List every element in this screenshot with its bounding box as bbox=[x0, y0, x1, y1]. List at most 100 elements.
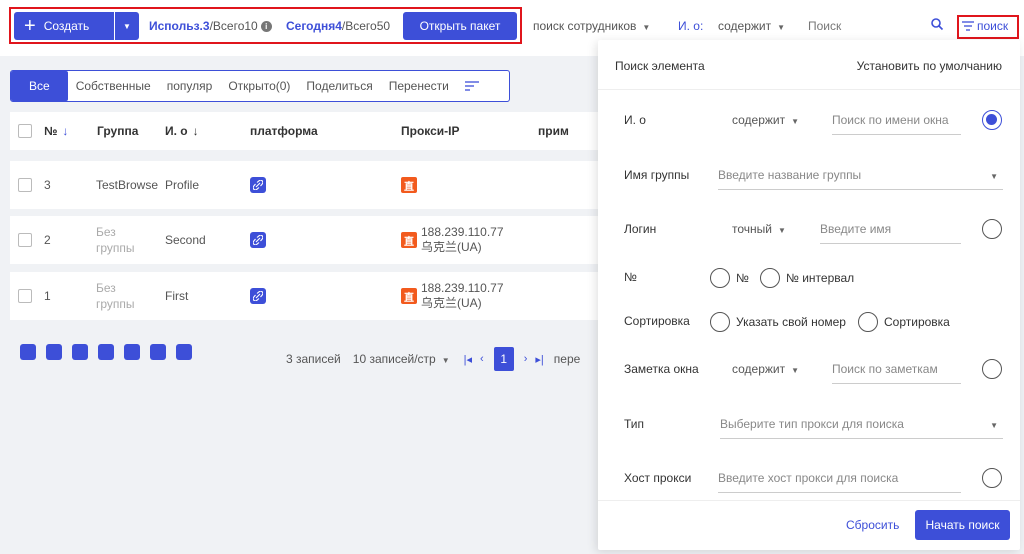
sort-label: Сортировка bbox=[624, 314, 690, 328]
link-icon[interactable] bbox=[250, 232, 266, 248]
caret-down-icon: ▼ bbox=[123, 21, 131, 31]
row-checkbox[interactable] bbox=[18, 233, 32, 247]
login-op-select[interactable]: точный ▼ bbox=[732, 222, 786, 236]
tab-all[interactable]: Все bbox=[11, 71, 68, 101]
field-label: И. о: bbox=[678, 19, 704, 33]
link-icon[interactable] bbox=[250, 288, 266, 304]
prev-page-icon[interactable]: ‹ bbox=[480, 353, 484, 365]
panel-header: Поиск элемента Установить по умолчанию bbox=[598, 40, 1020, 90]
select-all-checkbox[interactable] bbox=[18, 124, 32, 138]
close-square-icon[interactable] bbox=[72, 344, 88, 360]
row-checkbox[interactable] bbox=[18, 289, 32, 303]
tab-opened[interactable]: Открыто(0) bbox=[220, 79, 298, 93]
create-button[interactable]: + Создать bbox=[14, 12, 114, 40]
caret-down-icon: ▼ bbox=[777, 23, 786, 32]
table-row[interactable]: 3 TestBrowse Profile 直 bbox=[10, 161, 598, 209]
filter-row-number: № № № интервал bbox=[598, 258, 1020, 298]
proxy-info: 188.239.110.77 乌克兰(UA) bbox=[421, 225, 504, 255]
today-stat: Сегодня4/Всего50 bbox=[286, 19, 390, 33]
number-interval-radio[interactable]: № интервал bbox=[760, 268, 854, 288]
col-name[interactable]: И. о ↓ bbox=[165, 112, 199, 150]
panel-footer: Сбросить Начать поиск bbox=[598, 500, 1020, 550]
sort-radio[interactable]: Сортировка bbox=[858, 312, 950, 332]
host-radio[interactable] bbox=[982, 468, 1002, 488]
name-op-select[interactable]: содержит ▼ bbox=[732, 113, 799, 127]
condition-label: содержит bbox=[718, 19, 772, 33]
top-search-input[interactable]: Поиск bbox=[808, 19, 841, 33]
page-size-select[interactable]: 10 записей/стр ▼ bbox=[353, 352, 450, 366]
caret-down-icon: ▼ bbox=[791, 366, 800, 375]
row-no: 2 bbox=[44, 233, 51, 247]
name-radio[interactable] bbox=[982, 110, 1002, 130]
window-icon[interactable] bbox=[124, 344, 140, 360]
tab-own[interactable]: Собственные bbox=[68, 79, 159, 93]
login-radio[interactable] bbox=[982, 219, 1002, 239]
custom-number-radio[interactable]: Указать свой номер bbox=[710, 312, 846, 332]
set-default-button[interactable]: Установить по умолчанию bbox=[857, 59, 1002, 73]
next-page-icon[interactable]: › bbox=[524, 353, 528, 365]
create-dropdown-button[interactable]: ▼ bbox=[115, 12, 139, 40]
employee-search-select[interactable]: поиск сотрудников ▼ bbox=[533, 19, 650, 33]
caret-down-icon: ▼ bbox=[777, 226, 786, 235]
sort-icon[interactable] bbox=[464, 81, 479, 91]
caret-down-icon: ▼ bbox=[441, 356, 450, 365]
caret-down-icon: ▼ bbox=[642, 23, 651, 32]
row-group: Без группы bbox=[96, 281, 135, 311]
row-name: First bbox=[165, 289, 189, 303]
name-input[interactable]: Поиск по имени окна bbox=[832, 105, 961, 135]
tab-share[interactable]: Поделиться bbox=[298, 79, 380, 93]
arrow-down-icon: ↓ bbox=[192, 124, 199, 138]
type-select[interactable]: Выберите тип прокси для поиска bbox=[720, 409, 1003, 439]
bulk-actions bbox=[20, 344, 192, 360]
filter-row-sort: Сортировка Указать свой номер Сортировка bbox=[598, 302, 1020, 342]
export-icon[interactable] bbox=[98, 344, 114, 360]
pagination: 3 записей 10 записей/стр ▼ |◂ ‹ 1 › ▸| пе… bbox=[286, 347, 580, 371]
close-circle-icon[interactable] bbox=[46, 344, 62, 360]
first-page-icon[interactable]: |◂ bbox=[464, 353, 472, 366]
table-row[interactable]: 1 Без группы First 直 188.239.110.77 乌克兰(U… bbox=[10, 272, 598, 320]
col-proxy: Прокси-IP bbox=[401, 124, 460, 138]
group-label: Имя группы bbox=[624, 168, 690, 182]
proxy-info: 188.239.110.77 乌克兰(UA) bbox=[421, 281, 504, 311]
note-radio[interactable] bbox=[982, 359, 1002, 379]
note-op-select[interactable]: содержит ▼ bbox=[732, 362, 799, 376]
reset-button[interactable]: Сбросить bbox=[846, 518, 899, 532]
number-label: № bbox=[624, 270, 637, 284]
table-row[interactable]: 2 Без группы Second 直 188.239.110.77 乌克兰(… bbox=[10, 216, 598, 264]
number-radio[interactable]: № bbox=[710, 268, 749, 288]
start-search-button[interactable]: Начать поиск bbox=[915, 510, 1010, 540]
info-icon[interactable]: i bbox=[260, 21, 272, 33]
open-package-button[interactable]: Открыть пакет bbox=[403, 12, 517, 40]
tab-popular[interactable]: популяр bbox=[159, 79, 221, 93]
page-number[interactable]: 1 bbox=[493, 347, 514, 371]
col-note: прим bbox=[538, 124, 569, 138]
tab-bar: Все Собственные популяр Открыто(0) Подел… bbox=[10, 70, 510, 102]
filter-icon bbox=[962, 21, 974, 31]
filter-row-login: Логин точный ▼ Введите имя bbox=[598, 210, 1020, 250]
col-no[interactable]: № ↓ bbox=[44, 112, 68, 150]
link-icon[interactable] bbox=[250, 177, 266, 193]
note-input[interactable]: Поиск по заметкам bbox=[832, 354, 961, 384]
group-select[interactable]: Введите название группы bbox=[718, 160, 1003, 190]
caret-down-icon: ▼ bbox=[990, 172, 998, 181]
tab-transfer[interactable]: Перенести bbox=[381, 79, 457, 93]
last-page-icon[interactable]: ▸| bbox=[535, 353, 543, 366]
filter-row-type: Тип Выберите тип прокси для поиска ▼ bbox=[598, 405, 1020, 445]
filter-button[interactable]: поиск bbox=[962, 19, 1008, 33]
type-label: Тип bbox=[624, 417, 645, 431]
note-label: Заметка окна bbox=[624, 362, 699, 376]
row-checkbox[interactable] bbox=[18, 178, 32, 192]
clear-icon[interactable] bbox=[150, 344, 166, 360]
login-input[interactable]: Введите имя bbox=[820, 214, 961, 244]
host-input[interactable]: Введите хост прокси для поиска bbox=[718, 463, 961, 493]
login-label: Логин bbox=[624, 222, 657, 236]
direct-proxy-icon: 直 bbox=[401, 232, 417, 248]
search-icon[interactable] bbox=[930, 17, 944, 31]
settings-icon[interactable] bbox=[20, 344, 36, 360]
filter-label: поиск bbox=[977, 19, 1009, 33]
table-header: № ↓ Группа И. о ↓ платформа Прокси-IP прим bbox=[10, 112, 598, 150]
col-platform: платформа bbox=[250, 124, 318, 138]
trash-icon[interactable] bbox=[176, 344, 192, 360]
today-total: /Всего50 bbox=[341, 19, 391, 33]
condition-select[interactable]: содержит ▼ bbox=[718, 19, 785, 33]
